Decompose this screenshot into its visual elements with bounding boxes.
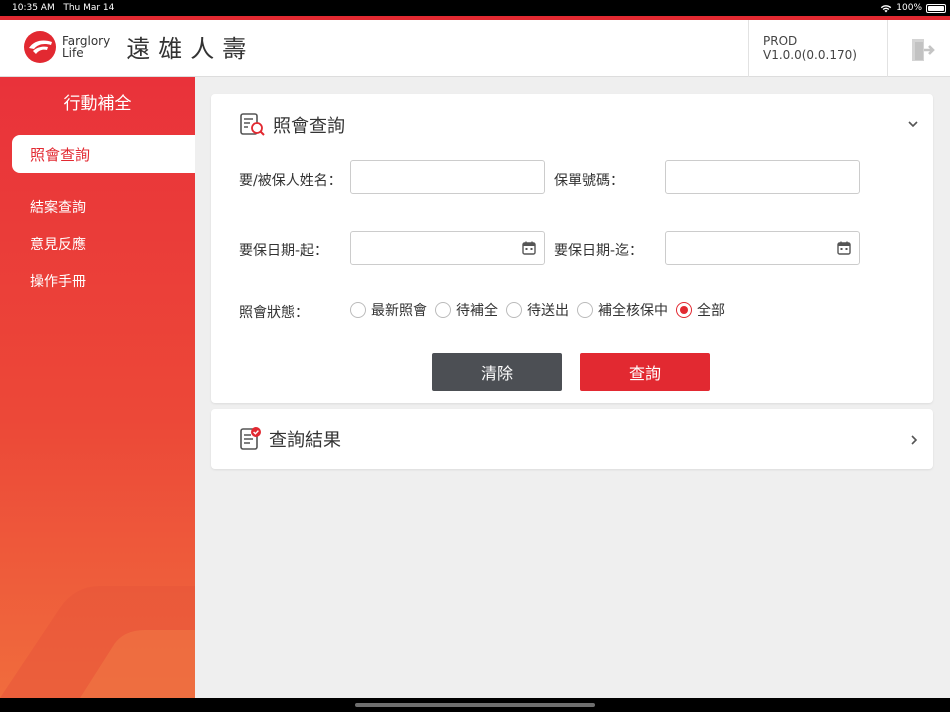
results-card[interactable]: 查詢結果 <box>211 409 933 469</box>
brand-logo: Farglory Life 遠雄人壽 <box>24 29 254 64</box>
status-bar: 10:35 AM Thu Mar 14 100% <box>0 0 950 16</box>
date-to-label: 要保日期-迄： <box>554 243 644 259</box>
radio-button-selected[interactable] <box>676 302 692 318</box>
inquiry-card-header: 照會查詢 <box>239 112 345 138</box>
status-option-underwriting[interactable]: 補全核保中 <box>577 300 668 320</box>
radio-button[interactable] <box>350 302 366 318</box>
status-option-latest[interactable]: 最新照會 <box>350 300 427 320</box>
status-right: 100% <box>880 3 922 13</box>
logout-icon[interactable] <box>910 37 936 63</box>
farglory-logo-icon <box>24 30 56 63</box>
sidebar-decoration <box>0 586 195 698</box>
policy-number-label: 保單號碼： <box>554 173 624 189</box>
document-check-icon <box>240 427 261 450</box>
battery-percent: 100% <box>896 3 922 13</box>
query-button[interactable]: 查詢 <box>580 353 710 391</box>
chevron-down-icon[interactable] <box>907 119 919 129</box>
wifi-icon <box>881 4 892 12</box>
version-label: PROD V1.0.0(0.0.170) <box>748 20 888 77</box>
sidebar-item-closed-cases[interactable]: 結案查詢 <box>30 197 86 217</box>
policy-number-input[interactable] <box>665 160 860 194</box>
status-option-to-send[interactable]: 待送出 <box>506 300 569 320</box>
app-header: Farglory Life 遠雄人壽 PROD V1.0.0(0.0.170) <box>0 20 950 77</box>
calendar-icon[interactable] <box>522 241 536 255</box>
radio-button[interactable] <box>506 302 522 318</box>
clear-button[interactable]: 清除 <box>432 353 562 391</box>
sidebar: 行動補全 照會查詢 結案查詢 意見反應 操作手冊 <box>0 77 195 698</box>
sidebar-item-feedback[interactable]: 意見反應 <box>30 234 86 254</box>
sidebar-item-inquiry[interactable]: 照會查詢 <box>12 135 195 173</box>
inquiry-card-title: 照會查詢 <box>273 116 345 137</box>
sidebar-title: 行動補全 <box>63 94 132 114</box>
brand-name-en: Farglory Life <box>62 33 111 60</box>
name-input[interactable] <box>350 160 545 194</box>
battery-icon <box>926 4 946 13</box>
name-label: 要/被保人姓名： <box>239 173 342 189</box>
home-indicator[interactable] <box>355 703 595 707</box>
status-time: 10:35 AM Thu Mar 14 <box>12 3 115 13</box>
brand-name-zh: 遠雄人壽 <box>126 35 255 63</box>
sidebar-item-manual[interactable]: 操作手冊 <box>30 271 86 291</box>
radio-button[interactable] <box>435 302 451 318</box>
results-card-title: 查詢結果 <box>269 430 341 451</box>
status-radio-group: 最新照會 待補全 待送出 補全核保中 全部 <box>350 300 733 320</box>
results-card-header: 查詢結果 <box>239 426 341 452</box>
radio-button[interactable] <box>577 302 593 318</box>
document-search-icon <box>240 113 265 136</box>
date-from-label: 要保日期-起： <box>239 243 329 259</box>
date-to-input[interactable] <box>665 231 860 265</box>
status-label: 照會狀態： <box>239 305 309 321</box>
status-option-pending[interactable]: 待補全 <box>435 300 498 320</box>
calendar-icon[interactable] <box>837 241 851 255</box>
status-option-all[interactable]: 全部 <box>676 300 725 320</box>
date-from-input[interactable] <box>350 231 545 265</box>
inquiry-card: 照會查詢 要/被保人姓名： 保單號碼： 要保日期-起： 要保日期-迄： 照會狀態… <box>211 94 933 403</box>
chevron-right-icon[interactable] <box>909 434 919 446</box>
main-content: 照會查詢 要/被保人姓名： 保單號碼： 要保日期-起： 要保日期-迄： 照會狀態… <box>195 77 950 698</box>
